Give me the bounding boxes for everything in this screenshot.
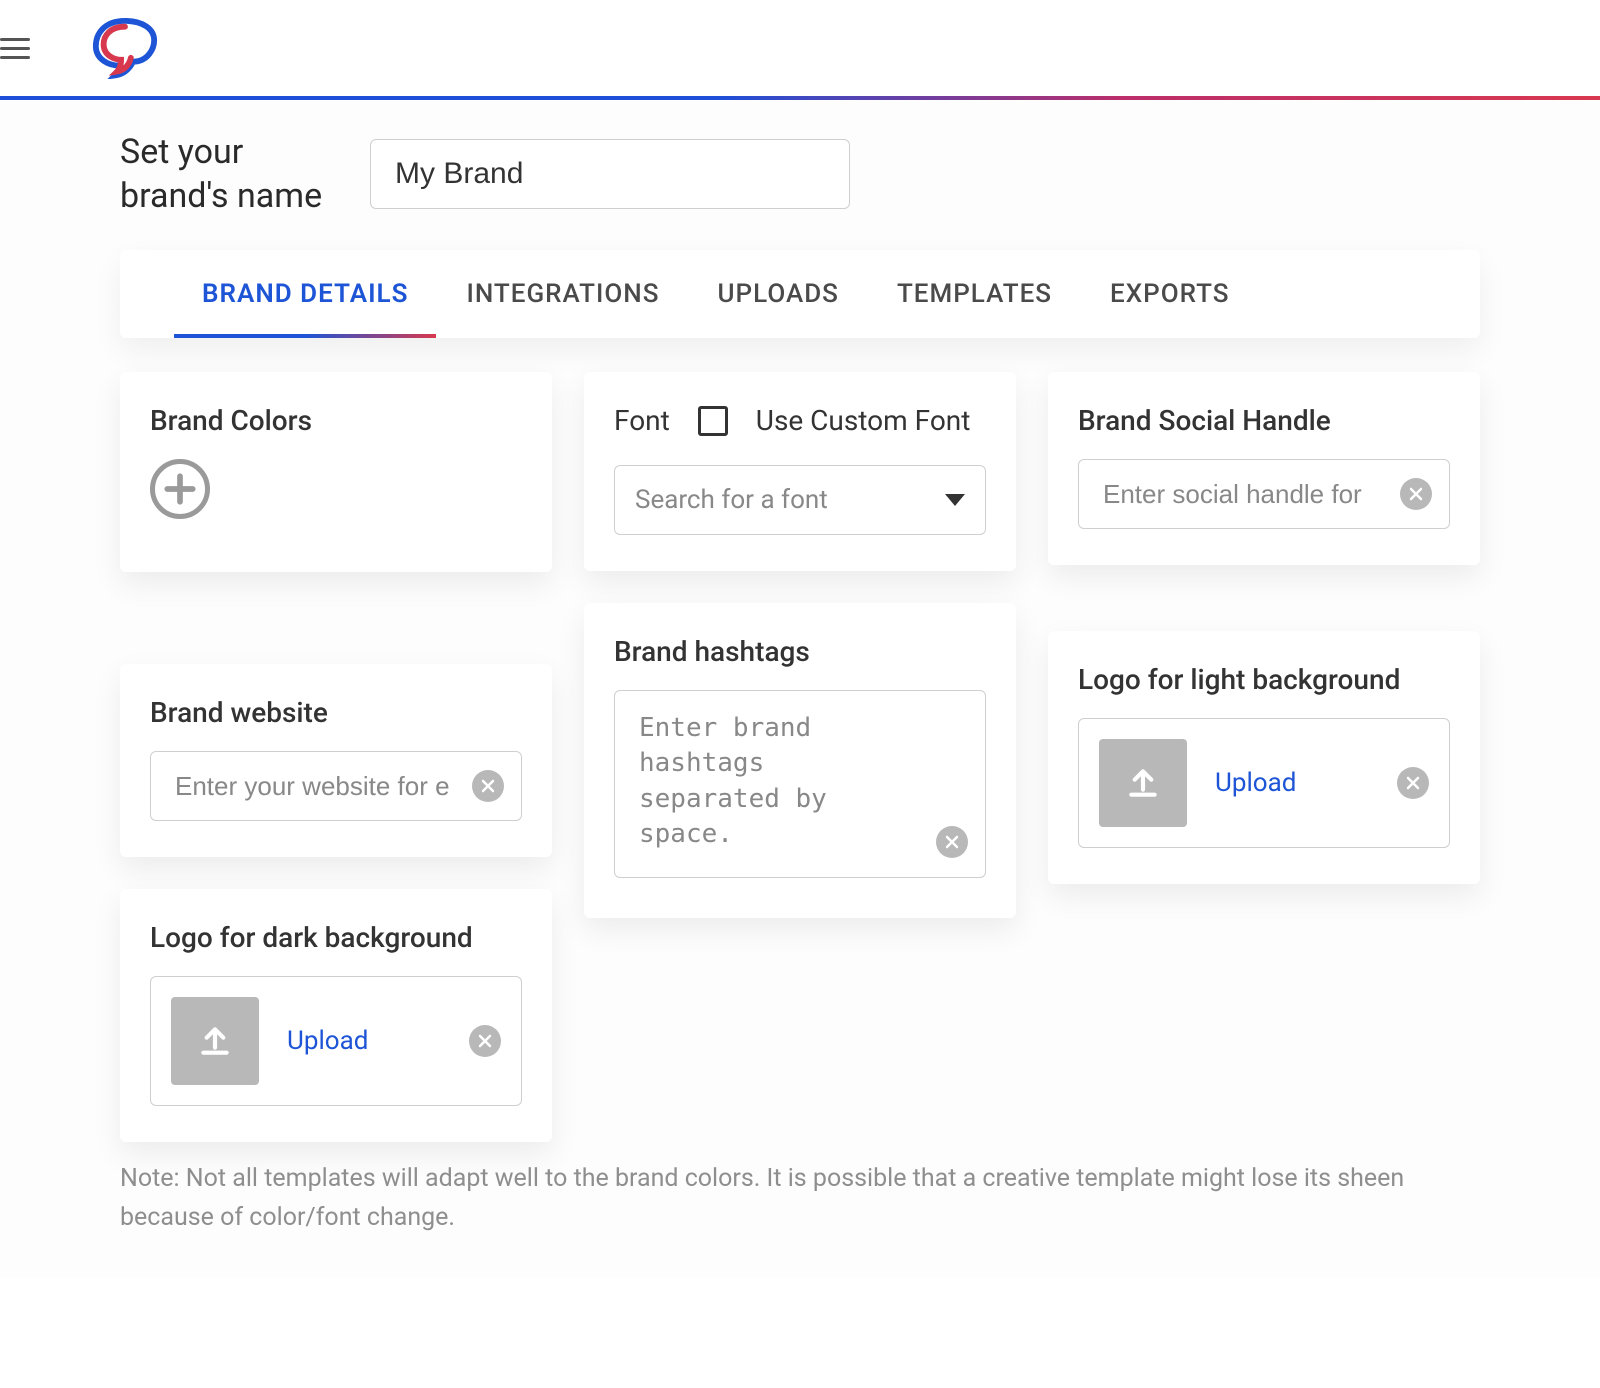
- upload-dark-box: Upload: [150, 976, 522, 1106]
- clear-social-icon[interactable]: [1400, 478, 1432, 510]
- column-3: Brand Social Handle Logo for light backg…: [1048, 372, 1480, 884]
- tab-uploads[interactable]: UPLOADS: [690, 250, 867, 338]
- card-brand-website: Brand website: [120, 664, 552, 857]
- tab-label: TEMPLATES: [897, 279, 1052, 309]
- card-social-handle: Brand Social Handle: [1048, 372, 1480, 565]
- column-2: Font Use Custom Font Search for a font B…: [584, 372, 1016, 918]
- card-logo-light: Logo for light background Upload: [1048, 631, 1480, 884]
- brand-name-label: Set your brand's name: [120, 130, 350, 218]
- card-font: Font Use Custom Font Search for a font: [584, 372, 1016, 571]
- tab-integrations[interactable]: INTEGRATIONS: [438, 250, 687, 338]
- cards-area: Brand Colors Brand website Logo for dark…: [120, 372, 1480, 1142]
- tab-brand-details[interactable]: BRAND DETAILS: [174, 250, 436, 338]
- social-handle-input[interactable]: [1078, 459, 1450, 529]
- tab-label: BRAND DETAILS: [202, 279, 408, 309]
- upload-thumb-icon: [1099, 739, 1187, 827]
- card-title: Brand Colors: [150, 404, 522, 437]
- main-content: Set your brand's name BRAND DETAILS INTE…: [0, 100, 1600, 1278]
- tabs: BRAND DETAILS INTEGRATIONS UPLOADS TEMPL…: [120, 250, 1480, 338]
- card-brand-colors: Brand Colors: [120, 372, 552, 572]
- chevron-down-icon: [945, 494, 965, 506]
- tab-label: EXPORTS: [1110, 279, 1229, 309]
- app-logo: [90, 17, 160, 79]
- card-title: Brand hashtags: [614, 635, 986, 668]
- tab-label: UPLOADS: [718, 279, 839, 309]
- hashtags-input[interactable]: [614, 690, 986, 878]
- add-color-button[interactable]: [150, 459, 210, 519]
- upload-dark-link[interactable]: Upload: [287, 1026, 368, 1056]
- website-input[interactable]: [150, 751, 522, 821]
- card-title: Brand Social Handle: [1078, 404, 1450, 437]
- upload-thumb-icon: [171, 997, 259, 1085]
- upload-light-box: Upload: [1078, 718, 1450, 848]
- tab-label: INTEGRATIONS: [466, 279, 659, 309]
- tab-exports[interactable]: EXPORTS: [1082, 250, 1257, 338]
- card-title: Logo for dark background: [150, 921, 522, 954]
- brand-name-row: Set your brand's name: [120, 130, 1480, 218]
- use-custom-font-label: Use Custom Font: [756, 404, 971, 437]
- card-logo-dark: Logo for dark background Upload: [120, 889, 552, 1142]
- font-label: Font: [614, 404, 670, 437]
- tab-templates[interactable]: TEMPLATES: [869, 250, 1080, 338]
- font-dropdown-placeholder: Search for a font: [635, 485, 828, 515]
- card-title: Brand website: [150, 696, 522, 729]
- font-dropdown[interactable]: Search for a font: [614, 465, 986, 535]
- use-custom-font-checkbox[interactable]: [698, 406, 728, 436]
- top-bar: [0, 0, 1600, 96]
- card-hashtags: Brand hashtags: [584, 603, 1016, 918]
- brand-name-input[interactable]: [370, 139, 850, 209]
- clear-logo-light-icon[interactable]: [1397, 767, 1429, 799]
- clear-logo-dark-icon[interactable]: [469, 1025, 501, 1057]
- column-1: Brand Colors Brand website Logo for dark…: [120, 372, 552, 1142]
- upload-light-link[interactable]: Upload: [1215, 768, 1296, 798]
- clear-website-icon[interactable]: [472, 770, 504, 802]
- menu-icon[interactable]: [0, 30, 36, 66]
- footer-note: Note: Not all templates will adapt well …: [120, 1160, 1480, 1238]
- card-title: Logo for light background: [1078, 663, 1450, 696]
